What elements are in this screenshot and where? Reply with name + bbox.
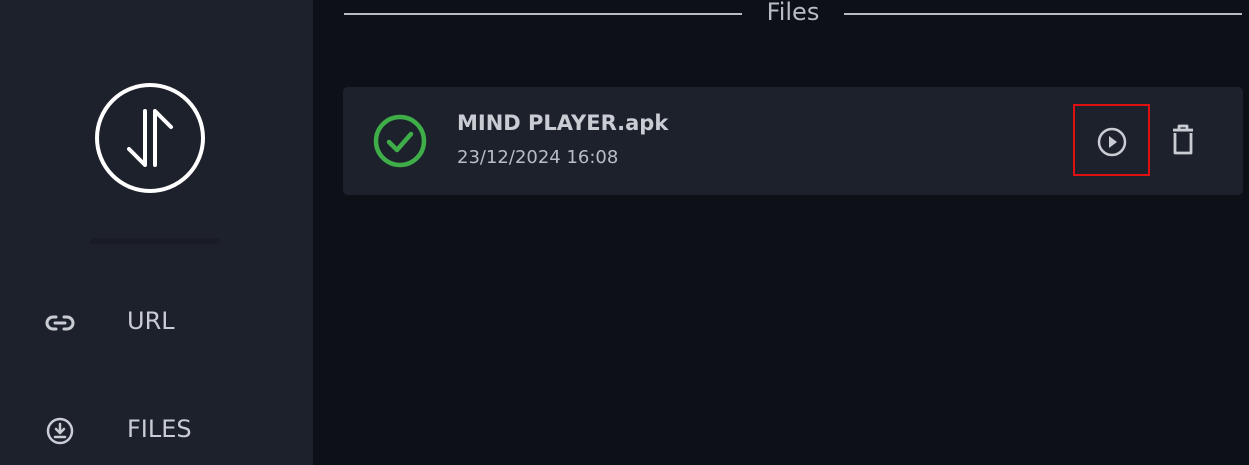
main-content: Files MIND PLAYER.apk 23/12/2024 16:08	[313, 0, 1249, 465]
file-date: 23/12/2024 16:08	[457, 147, 619, 168]
download-circle-icon	[46, 417, 74, 445]
transfer-arrows-logo	[127, 109, 173, 167]
link-icon	[45, 315, 75, 331]
divider-left	[344, 13, 742, 15]
play-button[interactable]	[1073, 104, 1150, 176]
play-circle-icon	[1097, 127, 1127, 157]
file-name: MIND PLAYER.apk	[457, 111, 669, 135]
divider-right	[844, 13, 1242, 15]
sidebar-item-url[interactable]: URL	[0, 293, 313, 353]
app-logo	[95, 83, 205, 193]
file-card[interactable]: MIND PLAYER.apk 23/12/2024 16:08	[343, 87, 1243, 195]
section-header: Files	[344, 0, 1242, 30]
sidebar: URL FILES	[0, 0, 313, 465]
logo-divider	[90, 238, 220, 244]
trash-icon[interactable]	[1167, 123, 1199, 157]
sidebar-item-label: FILES	[127, 415, 192, 443]
sidebar-item-label: URL	[127, 307, 175, 335]
sidebar-item-files[interactable]: FILES	[0, 401, 313, 461]
check-circle-icon	[373, 114, 427, 168]
section-title: Files	[766, 0, 820, 26]
